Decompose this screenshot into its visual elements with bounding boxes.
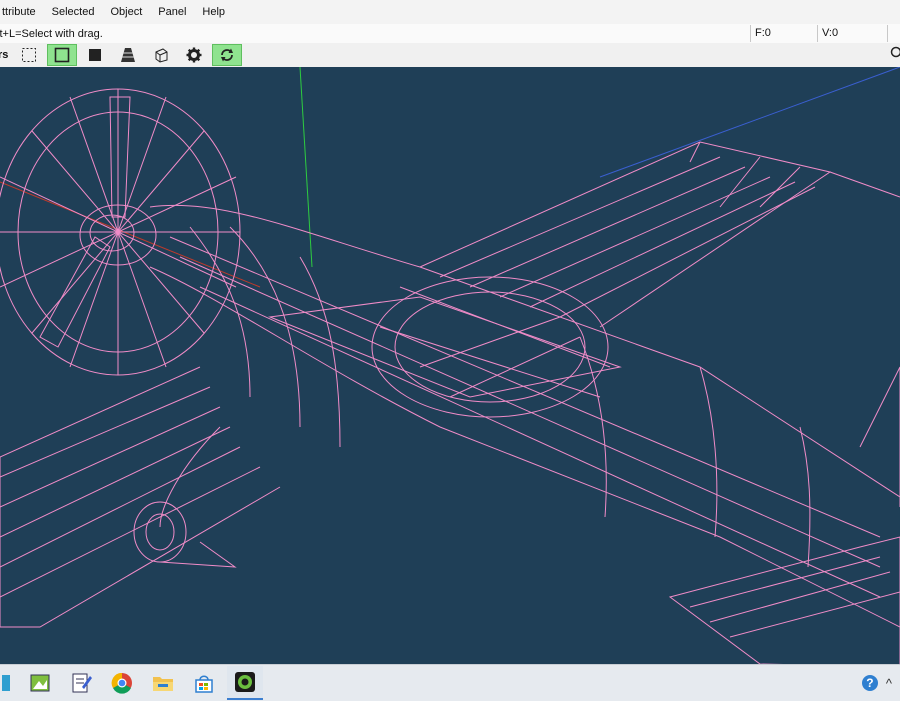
texture-mode-icon [120, 47, 136, 63]
solid-mode-button[interactable] [80, 44, 110, 66]
gear-icon [186, 47, 202, 63]
taskbar-app-edge[interactable] [0, 666, 14, 700]
taskbar-image-editor[interactable] [22, 666, 58, 700]
taskbar-chrome[interactable] [104, 666, 140, 700]
taskbar-document-editor[interactable] [63, 666, 99, 700]
propeller-disc [0, 89, 240, 375]
store-icon [193, 672, 215, 694]
right-wing [420, 142, 900, 327]
refresh-button[interactable] [212, 44, 242, 66]
face-count: F:0 [750, 25, 817, 42]
landing-gear [134, 427, 235, 567]
cockpit-frame [270, 277, 620, 417]
settings-button[interactable] [179, 44, 209, 66]
app-edge-icon [2, 673, 12, 693]
box-mode-button[interactable] [146, 44, 176, 66]
wireframe-mode-button[interactable] [47, 44, 77, 66]
image-editor-icon [29, 672, 51, 694]
system-tray: ? ^ [862, 665, 892, 701]
menu-panel[interactable]: Panel [150, 0, 194, 24]
dotted-rectangle-icon [21, 47, 37, 63]
fuselage [150, 205, 900, 627]
help-icon[interactable]: ? [862, 675, 878, 691]
search-icon[interactable] [888, 46, 900, 60]
chrome-icon [111, 672, 133, 694]
taskbar: ? ^ [0, 664, 900, 701]
vertex-count: V:0 [817, 25, 887, 42]
wireframe-mode-icon [54, 47, 70, 63]
3d-viewport[interactable] [0, 67, 900, 664]
solid-mode-icon [88, 48, 102, 62]
refresh-icon [219, 47, 235, 63]
taskbar-file-explorer[interactable] [145, 666, 181, 700]
menu-attribute[interactable]: ttribute [0, 0, 44, 24]
file-explorer-icon [152, 672, 174, 694]
status-bar: ift+L=Select with drag. F:0 V:0 [0, 24, 900, 44]
z-axis [600, 67, 900, 177]
select-rect-button[interactable] [14, 44, 44, 66]
chevron-up-icon[interactable]: ^ [886, 676, 892, 691]
document-editor-icon [70, 672, 92, 694]
menu-bar: ttribute Selected Object Panel Help [0, 0, 900, 25]
status-extra-field [887, 25, 900, 42]
toolbar: rs [0, 43, 900, 67]
taskbar-metasequoia[interactable] [227, 666, 263, 700]
left-wing [0, 367, 280, 627]
box-mode-icon [153, 47, 169, 63]
menu-object[interactable]: Object [102, 0, 150, 24]
y-axis [300, 67, 312, 267]
toolbar-label: rs [0, 49, 14, 61]
menu-selected[interactable]: Selected [44, 0, 103, 24]
status-hint: ift+L=Select with drag. [0, 28, 750, 40]
aircraft-wireframe [0, 67, 900, 664]
menu-help[interactable]: Help [194, 0, 233, 24]
texture-mode-button[interactable] [113, 44, 143, 66]
taskbar-store[interactable] [186, 666, 222, 700]
metasequoia-icon [234, 671, 256, 693]
tail [670, 367, 900, 664]
